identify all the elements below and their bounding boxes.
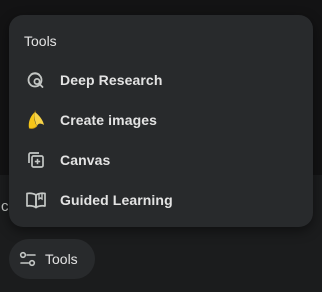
tune-sliders-icon [19,250,37,268]
book-icon [25,189,47,211]
menu-heading: Tools [24,33,57,49]
banana-icon [25,109,47,131]
menu-item-label: Deep Research [60,72,163,88]
menu-item-label: Create images [60,112,158,128]
screen: c Tools Deep Research Create images Canv… [0,0,322,292]
menu-item-guided-learning[interactable]: Guided Learning [9,179,313,219]
tools-button[interactable]: Tools [9,239,95,279]
menu-item-deep-research[interactable]: Deep Research [9,59,313,99]
menu-item-label: Canvas [60,152,111,168]
tools-button-label: Tools [45,251,78,267]
menu-item-label: Guided Learning [60,192,173,208]
partial-glyph: c [1,198,9,215]
canvas-icon [25,149,47,171]
menu-item-canvas[interactable]: Canvas [9,139,313,179]
tools-menu: Tools Deep Research Create images Canvas… [9,15,313,227]
menu-item-create-images[interactable]: Create images [9,99,313,139]
deep-research-icon [25,69,47,91]
